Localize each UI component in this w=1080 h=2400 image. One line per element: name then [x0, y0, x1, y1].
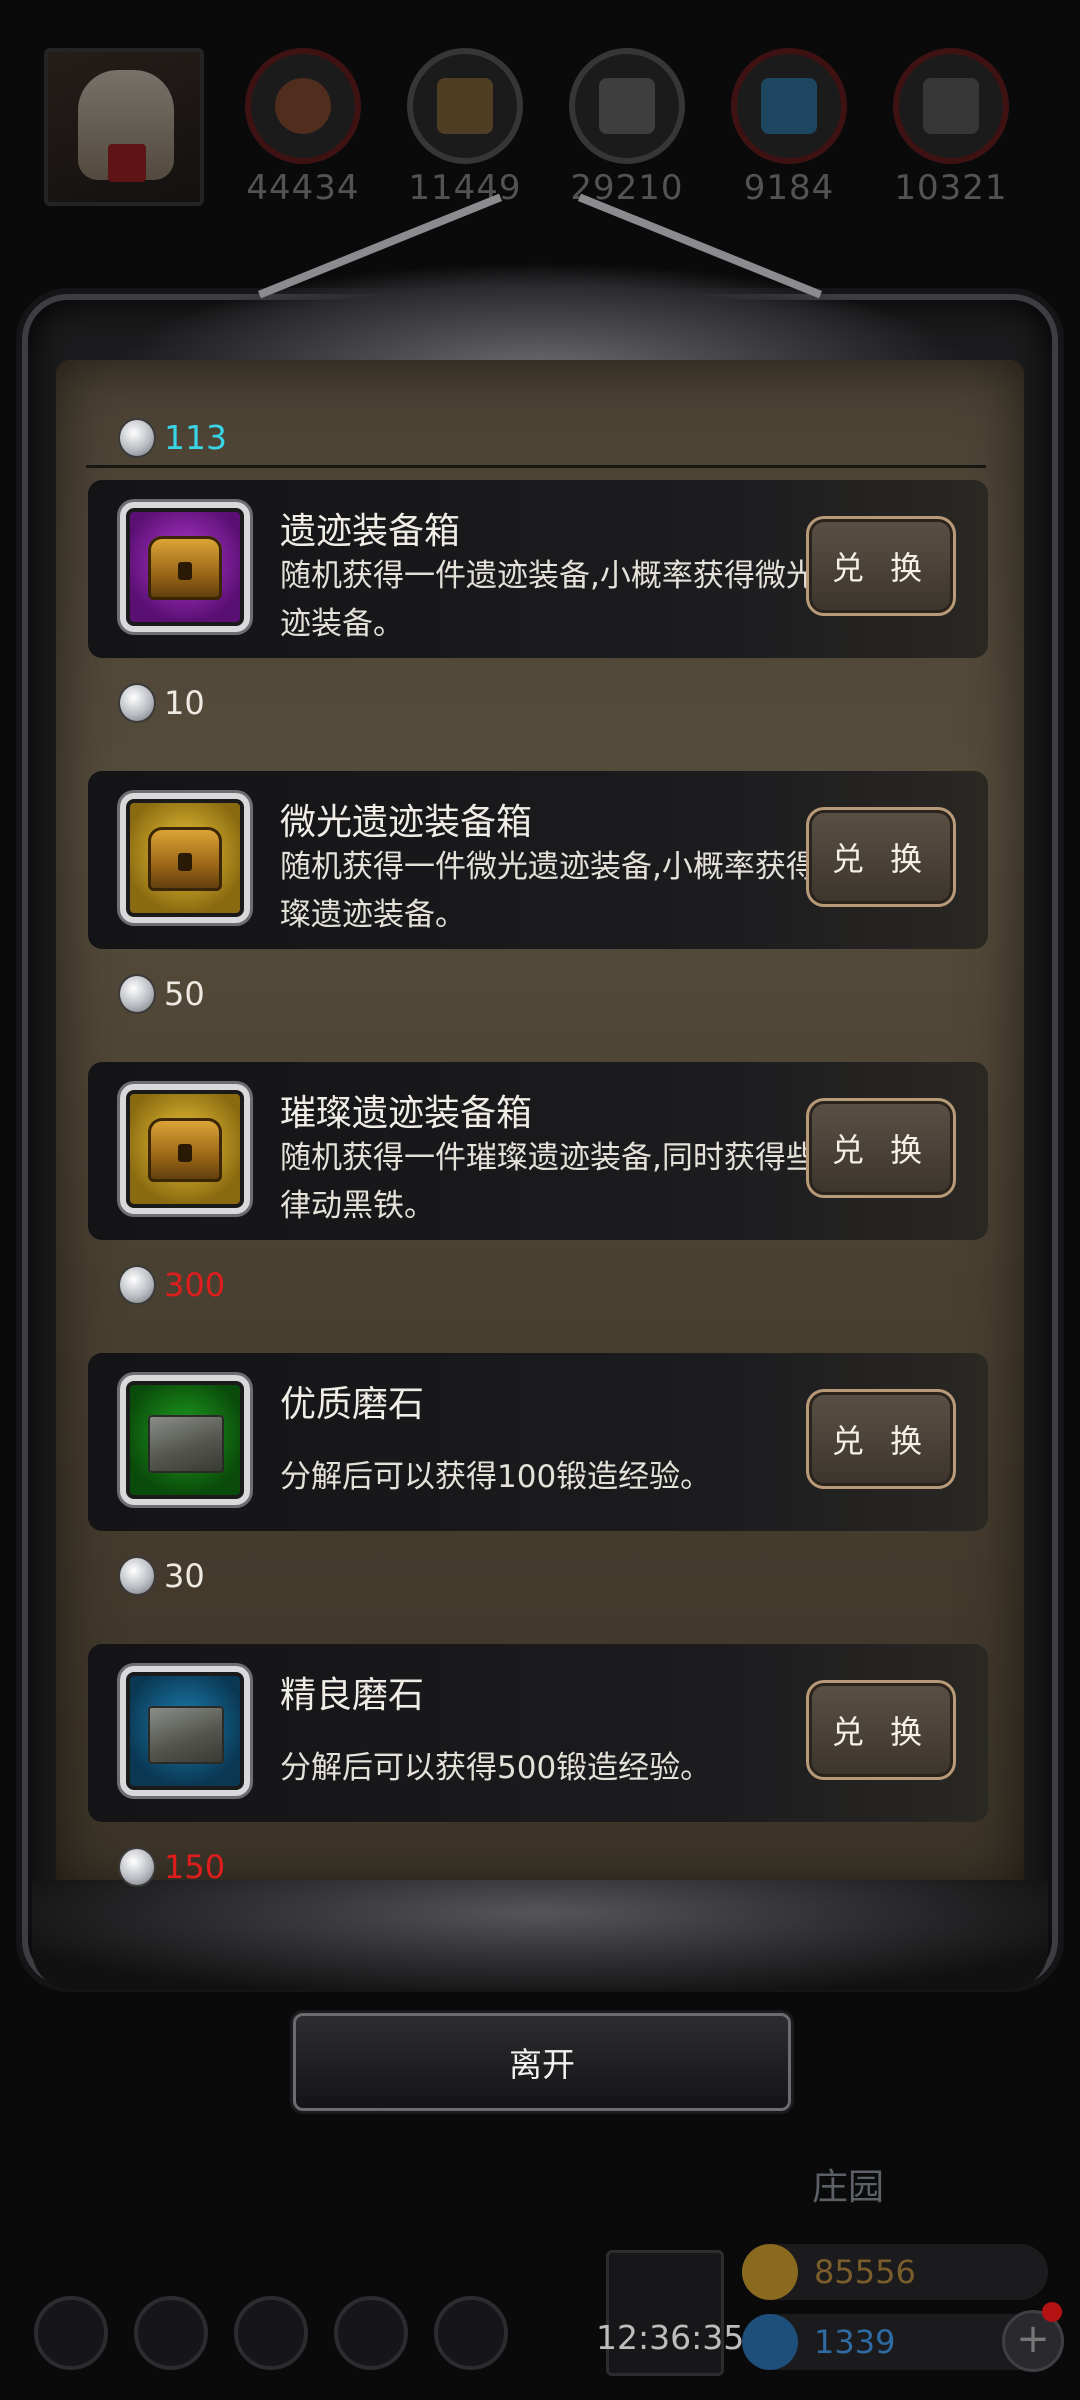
chest-icon [148, 827, 222, 891]
item-cost: 300 [120, 1266, 225, 1304]
gem-icon [742, 2314, 798, 2370]
item-thumbnail [120, 1375, 250, 1505]
silver-coin-icon [120, 1849, 154, 1885]
ingot-icon [923, 78, 979, 134]
currency-balance: 113 [120, 418, 227, 457]
chest-icon [148, 1118, 222, 1182]
resource-crystal: 9184 [724, 48, 854, 208]
shop-item: 精良磨石 分解后可以获得500锻造经验。 兑 换 [88, 1644, 988, 1822]
item-thumbnail [120, 793, 250, 923]
item-thumbnail [120, 502, 250, 632]
shop-item: 微光遗迹装备箱 随机获得一件微光遗迹装备,小概率获得璀璨遗迹装备。 兑 换 [88, 771, 988, 949]
shop-item: 遗迹装备箱 随机获得一件遗迹装备,小概率获得微光遗迹装备。 兑 换 [88, 480, 988, 658]
banner-icon [108, 144, 146, 182]
item-description: 分解后可以获得500锻造经验。 [280, 1750, 712, 1786]
chest-icon [148, 536, 222, 600]
divider [86, 465, 986, 468]
silver-coin-icon [120, 685, 154, 721]
panel-bottom-ornament [32, 1880, 1048, 1990]
item-name: 遗迹装备箱 [280, 511, 461, 552]
resource-bar: 44434 11449 29210 9184 10321 [0, 0, 1080, 215]
silver-coin-icon [120, 976, 154, 1012]
panel-crest-ornament [110, 262, 970, 372]
achievement-icon[interactable] [134, 2296, 208, 2370]
item-cost: 150 [120, 1848, 225, 1886]
clock: 12:36:35 [596, 2318, 745, 2357]
leave-button[interactable]: 离开 [293, 2013, 791, 2111]
settings-icon[interactable] [34, 2296, 108, 2370]
mail-icon[interactable] [334, 2296, 408, 2370]
gold-counter: 85556 [742, 2244, 1048, 2300]
map-icon[interactable] [234, 2296, 308, 2370]
item-cost: 50 [120, 975, 205, 1013]
gold-coin-icon [742, 2244, 798, 2300]
item-thumbnail [120, 1666, 250, 1796]
whetstone-icon [148, 1706, 224, 1764]
item-description: 随机获得一件遗迹装备,小概率获得微光遗迹装备。 [280, 558, 848, 642]
meat-icon [275, 78, 331, 134]
item-cost: 10 [120, 684, 205, 722]
shop-item: 璀璨遗迹装备箱 随机获得一件璀璨遗迹装备,同时获得些许律动黑铁。 兑 换 [88, 1062, 988, 1240]
wood-icon [437, 78, 493, 134]
item-name: 璀璨遗迹装备箱 [280, 1093, 533, 1134]
shop-item: 优质磨石 分解后可以获得100锻造经验。 兑 换 [88, 1353, 988, 1531]
estate-title: 庄园 [812, 2167, 885, 2208]
item-cost: 30 [120, 1557, 205, 1595]
resource-meat: 44434 [238, 48, 368, 208]
resource-iron: 29210 [562, 48, 692, 208]
item-name: 微光遗迹装备箱 [280, 802, 533, 843]
iron-icon [599, 78, 655, 134]
exchange-button[interactable]: 兑 换 [806, 807, 956, 907]
item-name: 精良磨石 [280, 1675, 425, 1716]
item-description: 随机获得一件璀璨遗迹装备,同时获得些许律动黑铁。 [280, 1140, 848, 1224]
silver-coin-icon [120, 419, 154, 456]
item-thumbnail [120, 1084, 250, 1214]
silver-coin-icon [120, 1558, 154, 1594]
item-name: 优质磨石 [280, 1384, 425, 1425]
gift-icon[interactable] [606, 2250, 724, 2376]
item-description: 分解后可以获得100锻造经验。 [280, 1459, 712, 1495]
exchange-button[interactable]: 兑 换 [806, 516, 956, 616]
notification-dot [1042, 2302, 1062, 2322]
resource-wood: 11449 [400, 48, 530, 208]
exchange-button[interactable]: 兑 换 [806, 1098, 956, 1198]
silver-coin-icon [120, 1267, 154, 1303]
player-avatar[interactable] [44, 48, 204, 206]
item-description: 随机获得一件微光遗迹装备,小概率获得璀璨遗迹装备。 [280, 849, 848, 933]
guild-icon[interactable] [434, 2296, 508, 2370]
exchange-button[interactable]: 兑 换 [806, 1389, 956, 1489]
exchange-button[interactable]: 兑 换 [806, 1680, 956, 1780]
resource-ingot: 10321 [886, 48, 1016, 208]
crystal-icon [761, 78, 817, 134]
whetstone-icon [148, 1415, 224, 1473]
